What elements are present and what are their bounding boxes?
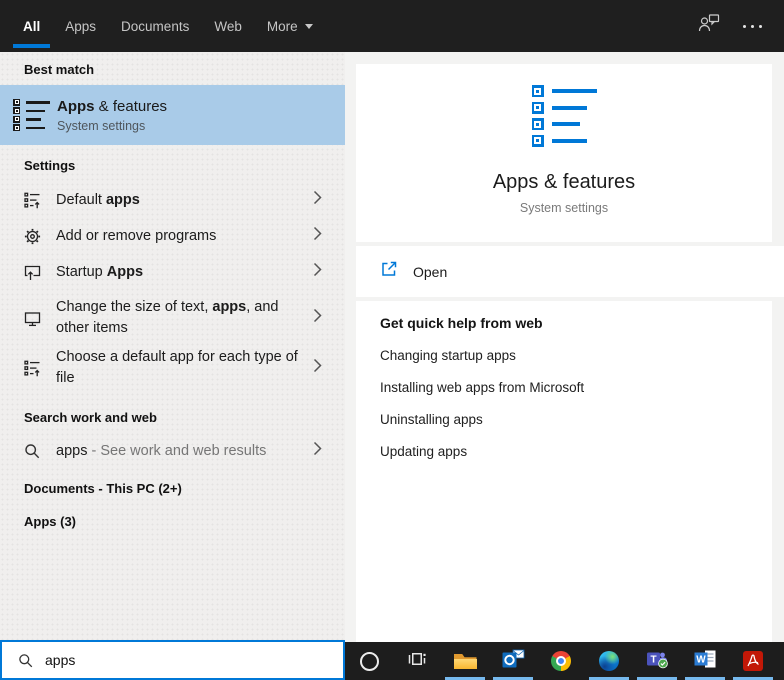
best-match-subtitle: System settings	[57, 119, 167, 133]
acrobat-icon	[743, 651, 763, 671]
result-change-size-of-text[interactable]: Change the size of text, apps, and other…	[0, 296, 345, 340]
quick-help-card: Get quick help from web Changing startup…	[356, 301, 772, 642]
file-explorer-icon	[454, 652, 477, 670]
tab-apps-label: Apps	[65, 19, 96, 34]
tab-documents-label: Documents	[121, 19, 189, 34]
tab-documents[interactable]: Documents	[121, 0, 189, 52]
tab-more-label: More	[267, 19, 298, 34]
result-default-apps[interactable]: Default apps	[0, 182, 345, 218]
windows-search-flyout: All Apps Documents Web More Best match	[0, 0, 784, 680]
preview-title: Apps & features	[356, 170, 772, 194]
cortana-icon	[360, 652, 379, 671]
outlook-icon	[502, 649, 525, 674]
taskbar-edge-button[interactable]	[585, 642, 633, 680]
startup-monitor-icon	[24, 264, 56, 281]
result-label: Choose a default app for each type of fi…	[56, 347, 305, 389]
svg-text:W: W	[696, 654, 706, 665]
search-results-panel: Best match Apps & features System settin…	[0, 52, 345, 640]
search-icon	[24, 443, 56, 459]
preview-panel: Apps & features System settings Open Get…	[345, 52, 784, 642]
open-action-label: Open	[413, 264, 447, 280]
taskbar-outlook-button[interactable]	[489, 642, 537, 680]
tab-apps[interactable]: Apps	[65, 0, 96, 52]
teams-icon: T	[646, 649, 669, 674]
taskbar-word-button[interactable]: W	[681, 642, 729, 680]
taskbar-acrobat-button[interactable]	[729, 642, 777, 680]
tab-more[interactable]: More	[267, 0, 313, 52]
default-apps-list-icon	[24, 360, 56, 377]
task-view-icon	[407, 649, 427, 674]
result-label: apps - See work and web results	[56, 441, 266, 462]
topbar-actions	[697, 0, 762, 52]
best-match-result[interactable]: Apps & features System settings	[0, 85, 345, 145]
chevron-right-icon	[313, 441, 322, 461]
apps-features-icon	[13, 99, 57, 132]
open-in-new-icon	[380, 260, 398, 283]
tab-web[interactable]: Web	[214, 0, 242, 52]
search-input[interactable]	[43, 651, 343, 669]
tab-all-label: All	[23, 19, 40, 34]
taskbar: T W	[345, 642, 784, 680]
preview-subtitle: System settings	[356, 201, 772, 215]
best-match-title: Apps & features	[57, 97, 167, 116]
result-choose-default-app[interactable]: Choose a default app for each type of fi…	[0, 346, 345, 390]
help-link-updating-apps[interactable]: Updating apps	[380, 444, 748, 460]
result-add-remove-programs[interactable]: Add or remove programs	[0, 218, 345, 254]
preview-hero-card: Apps & features System settings	[356, 64, 772, 242]
tab-all[interactable]: All	[23, 0, 40, 52]
tab-web-label: Web	[214, 19, 242, 34]
taskbar-cortana-button[interactable]	[345, 642, 393, 680]
display-icon	[24, 310, 56, 327]
taskbar-teams-button[interactable]: T	[633, 642, 681, 680]
filter-tabs: All Apps Documents Web More	[23, 0, 313, 52]
svg-text:T: T	[650, 654, 656, 665]
chevron-right-icon	[313, 308, 322, 328]
taskbar-search-box	[0, 640, 345, 680]
result-label: Startup Apps	[56, 262, 143, 283]
search-filter-bar: All Apps Documents Web More	[0, 0, 784, 52]
quick-help-header: Get quick help from web	[380, 315, 748, 332]
help-link-changing-startup-apps[interactable]: Changing startup apps	[380, 348, 748, 364]
best-match-header: Best match	[0, 62, 345, 78]
edge-icon	[599, 651, 619, 671]
taskbar-task-view-button[interactable]	[393, 642, 441, 680]
ellipsis-menu-icon[interactable]	[743, 25, 762, 28]
feedback-icon[interactable]	[697, 13, 721, 39]
taskbar-chrome-button[interactable]	[537, 642, 585, 680]
default-apps-list-icon	[24, 192, 56, 209]
search-work-web-header: Search work and web	[0, 410, 345, 426]
apps-group-header[interactable]: Apps (3)	[0, 514, 345, 530]
chevron-right-icon	[313, 226, 322, 246]
best-match-text: Apps & features System settings	[57, 97, 167, 133]
settings-header: Settings	[0, 158, 345, 174]
result-web-search[interactable]: apps - See work and web results	[0, 434, 345, 468]
word-icon: W	[694, 649, 717, 674]
settings-results: Default apps	[0, 182, 345, 390]
chevron-down-icon	[305, 24, 313, 29]
chevron-right-icon	[313, 262, 322, 282]
open-action[interactable]: Open	[356, 246, 784, 297]
help-link-uninstalling-apps[interactable]: Uninstalling apps	[380, 412, 748, 428]
chevron-right-icon	[313, 190, 322, 210]
result-label: Change the size of text, apps, and other…	[56, 297, 305, 339]
result-label: Default apps	[56, 190, 140, 211]
search-icon	[18, 653, 33, 668]
result-label: Add or remove programs	[56, 226, 216, 247]
taskbar-file-explorer-button[interactable]	[441, 642, 489, 680]
chevron-right-icon	[313, 358, 322, 378]
result-startup-apps[interactable]: Startup Apps	[0, 254, 345, 290]
apps-features-icon-large	[356, 85, 772, 147]
documents-group-header[interactable]: Documents - This PC (2+)	[0, 481, 345, 497]
chrome-icon	[551, 651, 571, 671]
help-link-installing-web-apps[interactable]: Installing web apps from Microsoft	[380, 380, 748, 396]
gear-icon	[24, 228, 56, 245]
